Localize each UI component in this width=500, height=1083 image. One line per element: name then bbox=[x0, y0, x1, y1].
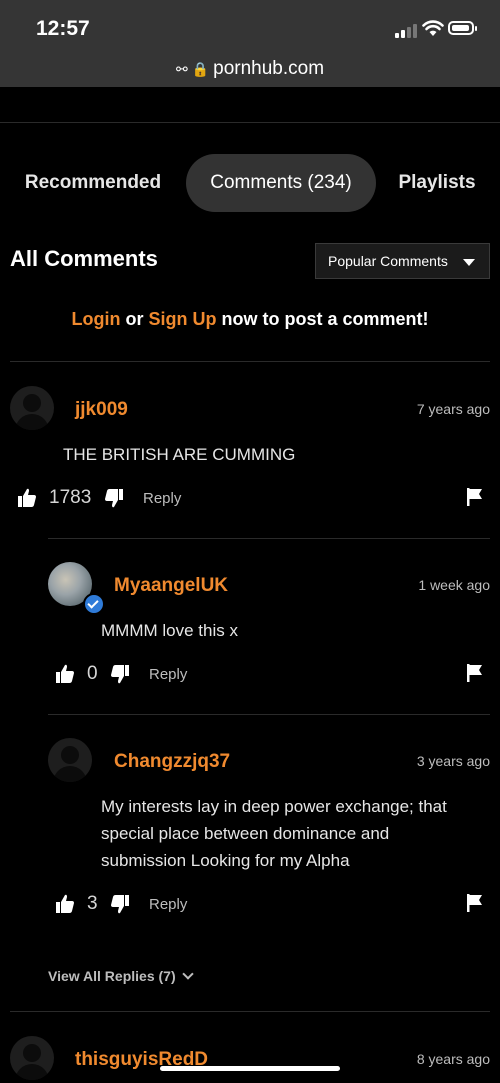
login-prompt: Login or Sign Up now to post a comment! bbox=[71, 309, 429, 329]
divider bbox=[10, 1011, 490, 1012]
comment-username[interactable]: Changzzjq37 bbox=[114, 751, 230, 773]
address-bar[interactable]: ⚯ 🔒 pornhub.com bbox=[0, 52, 500, 87]
lock-icon: 🔒 bbox=[191, 61, 210, 77]
thumbs-down-icon[interactable] bbox=[110, 664, 130, 684]
home-indicator[interactable] bbox=[160, 1066, 340, 1071]
tab-comments[interactable]: Comments (234) bbox=[186, 154, 376, 212]
thumbs-up-icon[interactable] bbox=[55, 664, 75, 684]
flag-icon[interactable] bbox=[467, 488, 483, 506]
comment-age: 8 years ago bbox=[416, 1051, 490, 1067]
url-text: pornhub.com bbox=[213, 58, 325, 79]
tab-playlists[interactable]: Playlists bbox=[386, 154, 488, 212]
divider bbox=[10, 361, 490, 362]
sort-dropdown[interactable]: Popular Comments bbox=[315, 243, 490, 279]
avatar[interactable] bbox=[48, 738, 92, 782]
battery-icon bbox=[448, 21, 477, 35]
signup-link[interactable]: Sign Up bbox=[149, 309, 217, 329]
divider bbox=[48, 714, 490, 715]
status-time: 12:57 bbox=[36, 17, 90, 40]
thumbs-down-icon[interactable] bbox=[104, 488, 124, 508]
incognito-icon: ⚯ bbox=[175, 61, 188, 77]
caret-down-icon bbox=[463, 259, 475, 266]
chevron-down-icon bbox=[181, 968, 194, 980]
status-bar: 12:57 bbox=[0, 0, 500, 52]
comment-username[interactable]: jjk009 bbox=[75, 399, 128, 421]
avatar[interactable] bbox=[10, 386, 54, 430]
divider bbox=[0, 122, 500, 123]
section-title: All Comments bbox=[10, 246, 158, 271]
thumbs-up-icon[interactable] bbox=[17, 488, 37, 508]
cellular-signal-icon bbox=[395, 22, 417, 38]
comment-age: 3 years ago bbox=[416, 753, 490, 769]
wifi-icon bbox=[422, 20, 444, 36]
comment-age: 1 week ago bbox=[418, 577, 490, 593]
login-link[interactable]: Login bbox=[71, 309, 120, 329]
divider bbox=[48, 538, 490, 539]
comment-age: 7 years ago bbox=[416, 401, 490, 417]
comment-username[interactable]: MyaangelUK bbox=[114, 575, 228, 597]
flag-icon[interactable] bbox=[467, 894, 483, 912]
flag-icon[interactable] bbox=[467, 664, 483, 682]
reply-button[interactable]: Reply bbox=[143, 490, 181, 507]
like-count: 3 bbox=[87, 893, 98, 914]
comment-text: THE BRITISH ARE CUMMING bbox=[63, 445, 296, 464]
reply-button[interactable]: Reply bbox=[149, 666, 187, 683]
reply-button[interactable]: Reply bbox=[149, 896, 187, 913]
thumbs-down-icon[interactable] bbox=[110, 894, 130, 914]
comment-text: MMMM love this x bbox=[101, 621, 238, 640]
tab-recommended[interactable]: Recommended bbox=[10, 154, 176, 212]
avatar[interactable] bbox=[10, 1036, 54, 1080]
comment-text: My interests lay in deep power exchange;… bbox=[101, 797, 447, 870]
view-all-replies-button[interactable]: View All Replies (7) bbox=[48, 968, 194, 984]
thumbs-up-icon[interactable] bbox=[55, 894, 75, 914]
sort-selected: Popular Comments bbox=[328, 253, 448, 269]
like-count: 1783 bbox=[49, 487, 92, 508]
like-count: 0 bbox=[87, 663, 98, 684]
verified-badge-icon bbox=[83, 593, 105, 615]
